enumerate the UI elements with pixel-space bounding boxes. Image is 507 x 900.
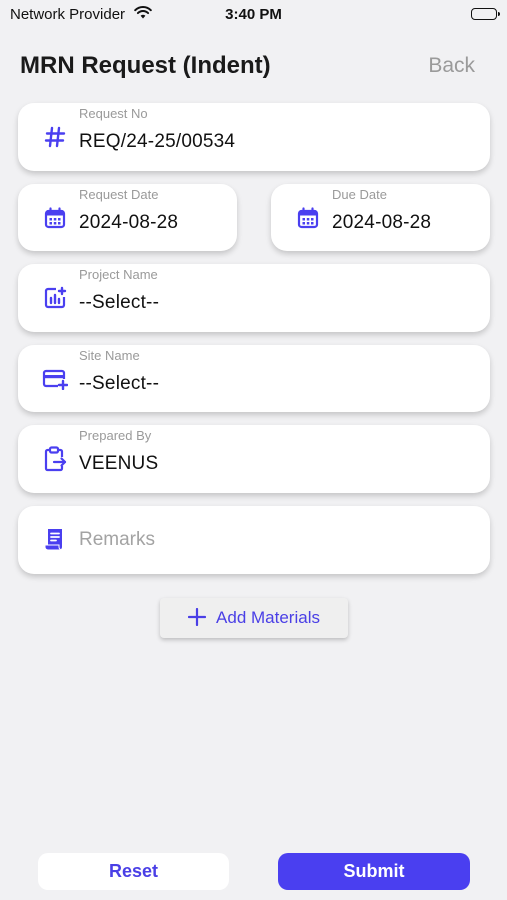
reset-button[interactable]: Reset xyxy=(38,853,229,890)
battery-icon xyxy=(471,8,500,20)
page-title: MRN Request (Indent) xyxy=(20,52,271,79)
project-name-value: --Select-- xyxy=(79,292,160,313)
clock: 3:40 PM xyxy=(225,6,282,23)
receipt-icon xyxy=(42,527,68,553)
project-name-label: Project Name xyxy=(79,267,158,282)
back-button[interactable]: Back xyxy=(428,54,475,78)
status-bar: Network Provider 3:40 PM xyxy=(0,0,507,30)
request-date-field[interactable]: Request Date 2024-08-28 xyxy=(18,184,237,251)
prepared-by-label: Prepared By xyxy=(79,428,152,443)
site-name-select[interactable]: Site Name --Select-- xyxy=(18,345,490,412)
page-header: MRN Request (Indent) Back xyxy=(0,48,507,88)
due-date-label: Due Date xyxy=(332,187,387,202)
calendar-icon xyxy=(42,205,68,231)
hash-icon xyxy=(42,124,68,150)
remarks-input[interactable]: Remarks xyxy=(18,506,490,574)
submit-button[interactable]: Submit xyxy=(278,853,470,890)
plus-icon xyxy=(187,604,207,630)
calendar-icon xyxy=(295,205,321,231)
request-no-label: Request No xyxy=(79,106,148,121)
clipboard-arrow-icon xyxy=(42,446,68,472)
request-no-field[interactable]: Request No REQ/24-25/00534 xyxy=(18,103,490,171)
add-materials-label: Add Materials xyxy=(216,608,320,627)
card-plus-icon xyxy=(42,366,68,392)
request-date-label: Request Date xyxy=(79,187,159,202)
site-name-label: Site Name xyxy=(79,348,140,363)
site-name-value: --Select-- xyxy=(79,373,160,394)
request-date-value: 2024-08-28 xyxy=(79,212,179,233)
prepared-by-field[interactable]: Prepared By VEENUS xyxy=(18,425,490,493)
chart-plus-icon xyxy=(42,285,68,311)
project-name-select[interactable]: Project Name --Select-- xyxy=(18,264,490,332)
add-materials-button[interactable]: Add Materials xyxy=(160,598,348,638)
due-date-field[interactable]: Due Date 2024-08-28 xyxy=(271,184,490,251)
due-date-value: 2024-08-28 xyxy=(332,212,432,233)
prepared-by-value: VEENUS xyxy=(79,453,159,474)
request-no-value: REQ/24-25/00534 xyxy=(79,131,236,152)
remarks-placeholder: Remarks xyxy=(79,529,156,550)
